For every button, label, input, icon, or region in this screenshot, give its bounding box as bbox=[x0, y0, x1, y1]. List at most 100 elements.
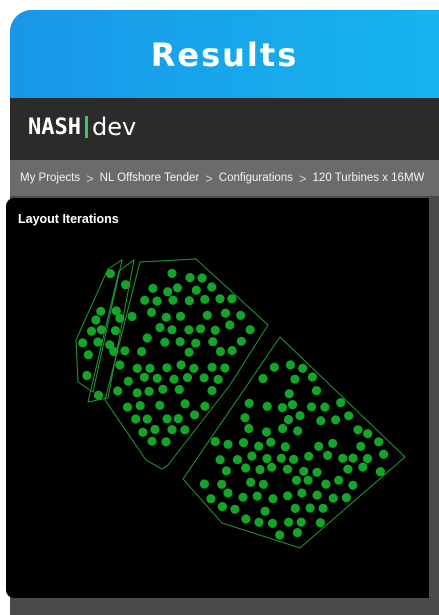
turbine-marker[interactable] bbox=[254, 517, 264, 527]
turbine-marker[interactable] bbox=[215, 346, 226, 357]
turbine-marker[interactable] bbox=[145, 363, 155, 373]
turbine-marker[interactable] bbox=[155, 400, 165, 410]
turbine-marker[interactable] bbox=[258, 479, 268, 489]
turbine-marker[interactable] bbox=[291, 475, 302, 485]
turbine-marker[interactable] bbox=[220, 363, 230, 373]
turbine-marker[interactable] bbox=[146, 307, 157, 317]
turbine-marker[interactable] bbox=[200, 401, 210, 411]
turbine-marker[interactable] bbox=[184, 325, 194, 335]
turbine-marker[interactable] bbox=[127, 311, 137, 322]
turbine-marker[interactable] bbox=[213, 374, 223, 384]
turbine-marker[interactable] bbox=[91, 315, 101, 325]
turbine-marker[interactable] bbox=[328, 438, 338, 448]
turbine-marker[interactable] bbox=[185, 273, 195, 283]
turbine-marker[interactable] bbox=[358, 462, 368, 472]
turbine-marker[interactable] bbox=[336, 398, 346, 408]
turbine-marker[interactable] bbox=[247, 451, 257, 461]
turbine-marker[interactable] bbox=[180, 399, 190, 409]
turbine-marker[interactable] bbox=[167, 268, 177, 278]
turbine-marker[interactable] bbox=[262, 453, 272, 464]
turbine-marker[interactable] bbox=[225, 320, 235, 330]
turbine-marker[interactable] bbox=[123, 376, 133, 386]
turbine-marker[interactable] bbox=[363, 429, 373, 439]
turbine-marker[interactable] bbox=[196, 324, 206, 334]
turbine-marker[interactable] bbox=[223, 488, 233, 498]
turbine-marker[interactable] bbox=[285, 360, 295, 370]
turbine-marker[interactable] bbox=[238, 438, 249, 448]
turbine-marker[interactable] bbox=[316, 416, 326, 426]
turbine-marker[interactable] bbox=[289, 454, 299, 464]
turbine-marker[interactable] bbox=[260, 506, 270, 516]
turbine-marker[interactable] bbox=[236, 310, 246, 320]
turbine-marker[interactable] bbox=[227, 345, 237, 356]
turbine-marker[interactable] bbox=[296, 517, 306, 527]
turbine-marker[interactable] bbox=[148, 283, 158, 293]
turbine-marker[interactable] bbox=[93, 337, 103, 347]
turbine-marker[interactable] bbox=[290, 374, 300, 384]
turbine-marker[interactable] bbox=[254, 441, 264, 451]
turbine-marker[interactable] bbox=[348, 480, 358, 490]
turbine-marker[interactable] bbox=[232, 455, 242, 465]
turbine-marker[interactable] bbox=[96, 325, 106, 335]
turbine-marker[interactable] bbox=[152, 296, 162, 306]
turbine-marker[interactable] bbox=[122, 402, 133, 412]
turbine-marker[interactable] bbox=[158, 384, 168, 394]
turbine-marker[interactable] bbox=[356, 441, 366, 451]
breadcrumb-configurations[interactable]: Configurations bbox=[219, 172, 293, 184]
turbine-marker[interactable] bbox=[241, 463, 251, 473]
turbine-marker[interactable] bbox=[113, 386, 123, 396]
turbine-marker[interactable] bbox=[277, 403, 287, 413]
turbine-marker[interactable] bbox=[315, 518, 325, 528]
turbine-marker[interactable] bbox=[236, 336, 246, 346]
turbine-marker[interactable] bbox=[318, 503, 328, 513]
turbine-marker[interactable] bbox=[109, 346, 119, 356]
turbine-marker[interactable] bbox=[227, 294, 237, 304]
turbine-marker[interactable] bbox=[162, 414, 172, 424]
turbine-marker[interactable] bbox=[280, 442, 290, 452]
turbine-marker[interactable] bbox=[163, 287, 173, 297]
turbine-marker[interactable] bbox=[139, 372, 149, 382]
turbine-marker[interactable] bbox=[223, 439, 233, 449]
turbine-marker[interactable] bbox=[93, 390, 104, 400]
turbine-marker[interactable] bbox=[287, 400, 298, 410]
turbine-marker[interactable] bbox=[298, 363, 308, 373]
turbine-marker[interactable] bbox=[115, 313, 125, 323]
turbine-marker[interactable] bbox=[162, 363, 172, 373]
turbine-marker[interactable] bbox=[210, 436, 220, 447]
turbine-marker[interactable] bbox=[184, 347, 194, 357]
turbine-marker[interactable] bbox=[246, 477, 256, 487]
turbine-marker[interactable] bbox=[199, 479, 209, 489]
turbine-marker[interactable] bbox=[175, 311, 186, 321]
turbine-marker[interactable] bbox=[215, 455, 225, 465]
turbine-marker[interactable] bbox=[275, 530, 285, 540]
turbine-marker[interactable] bbox=[252, 491, 262, 501]
turbine-marker[interactable] bbox=[206, 494, 216, 504]
turbine-marker[interactable] bbox=[207, 362, 217, 372]
turbine-marker[interactable] bbox=[207, 386, 217, 396]
turbine-marker[interactable] bbox=[138, 427, 148, 437]
turbine-marker[interactable] bbox=[244, 423, 254, 434]
turbine-marker[interactable] bbox=[120, 346, 130, 356]
turbine-marker[interactable] bbox=[217, 479, 227, 489]
turbine-marker[interactable] bbox=[307, 372, 317, 382]
turbine-marker[interactable] bbox=[314, 441, 324, 451]
turbine-marker[interactable] bbox=[180, 425, 190, 435]
turbine-marker[interactable] bbox=[284, 389, 294, 399]
turbine-marker[interactable] bbox=[306, 402, 317, 412]
turbine-marker[interactable] bbox=[83, 350, 93, 360]
turbine-marker[interactable] bbox=[362, 453, 373, 464]
turbine-marker[interactable] bbox=[334, 475, 344, 485]
turbine-marker[interactable] bbox=[78, 338, 88, 348]
turbine-marker[interactable] bbox=[121, 280, 131, 290]
turbine-marker[interactable] bbox=[284, 517, 294, 527]
turbine-marker[interactable] bbox=[152, 373, 162, 383]
turbine-marker[interactable] bbox=[140, 295, 150, 305]
turbine-marker[interactable] bbox=[161, 312, 171, 322]
turbine-marker[interactable] bbox=[268, 494, 278, 504]
turbine-marker[interactable] bbox=[144, 386, 154, 396]
breadcrumb-project[interactable]: NL Offshore Tender bbox=[100, 172, 200, 184]
turbine-marker[interactable] bbox=[240, 413, 250, 423]
turbine-marker[interactable] bbox=[323, 450, 333, 460]
turbine-marker[interactable] bbox=[269, 362, 279, 372]
turbine-marker[interactable] bbox=[169, 374, 179, 384]
